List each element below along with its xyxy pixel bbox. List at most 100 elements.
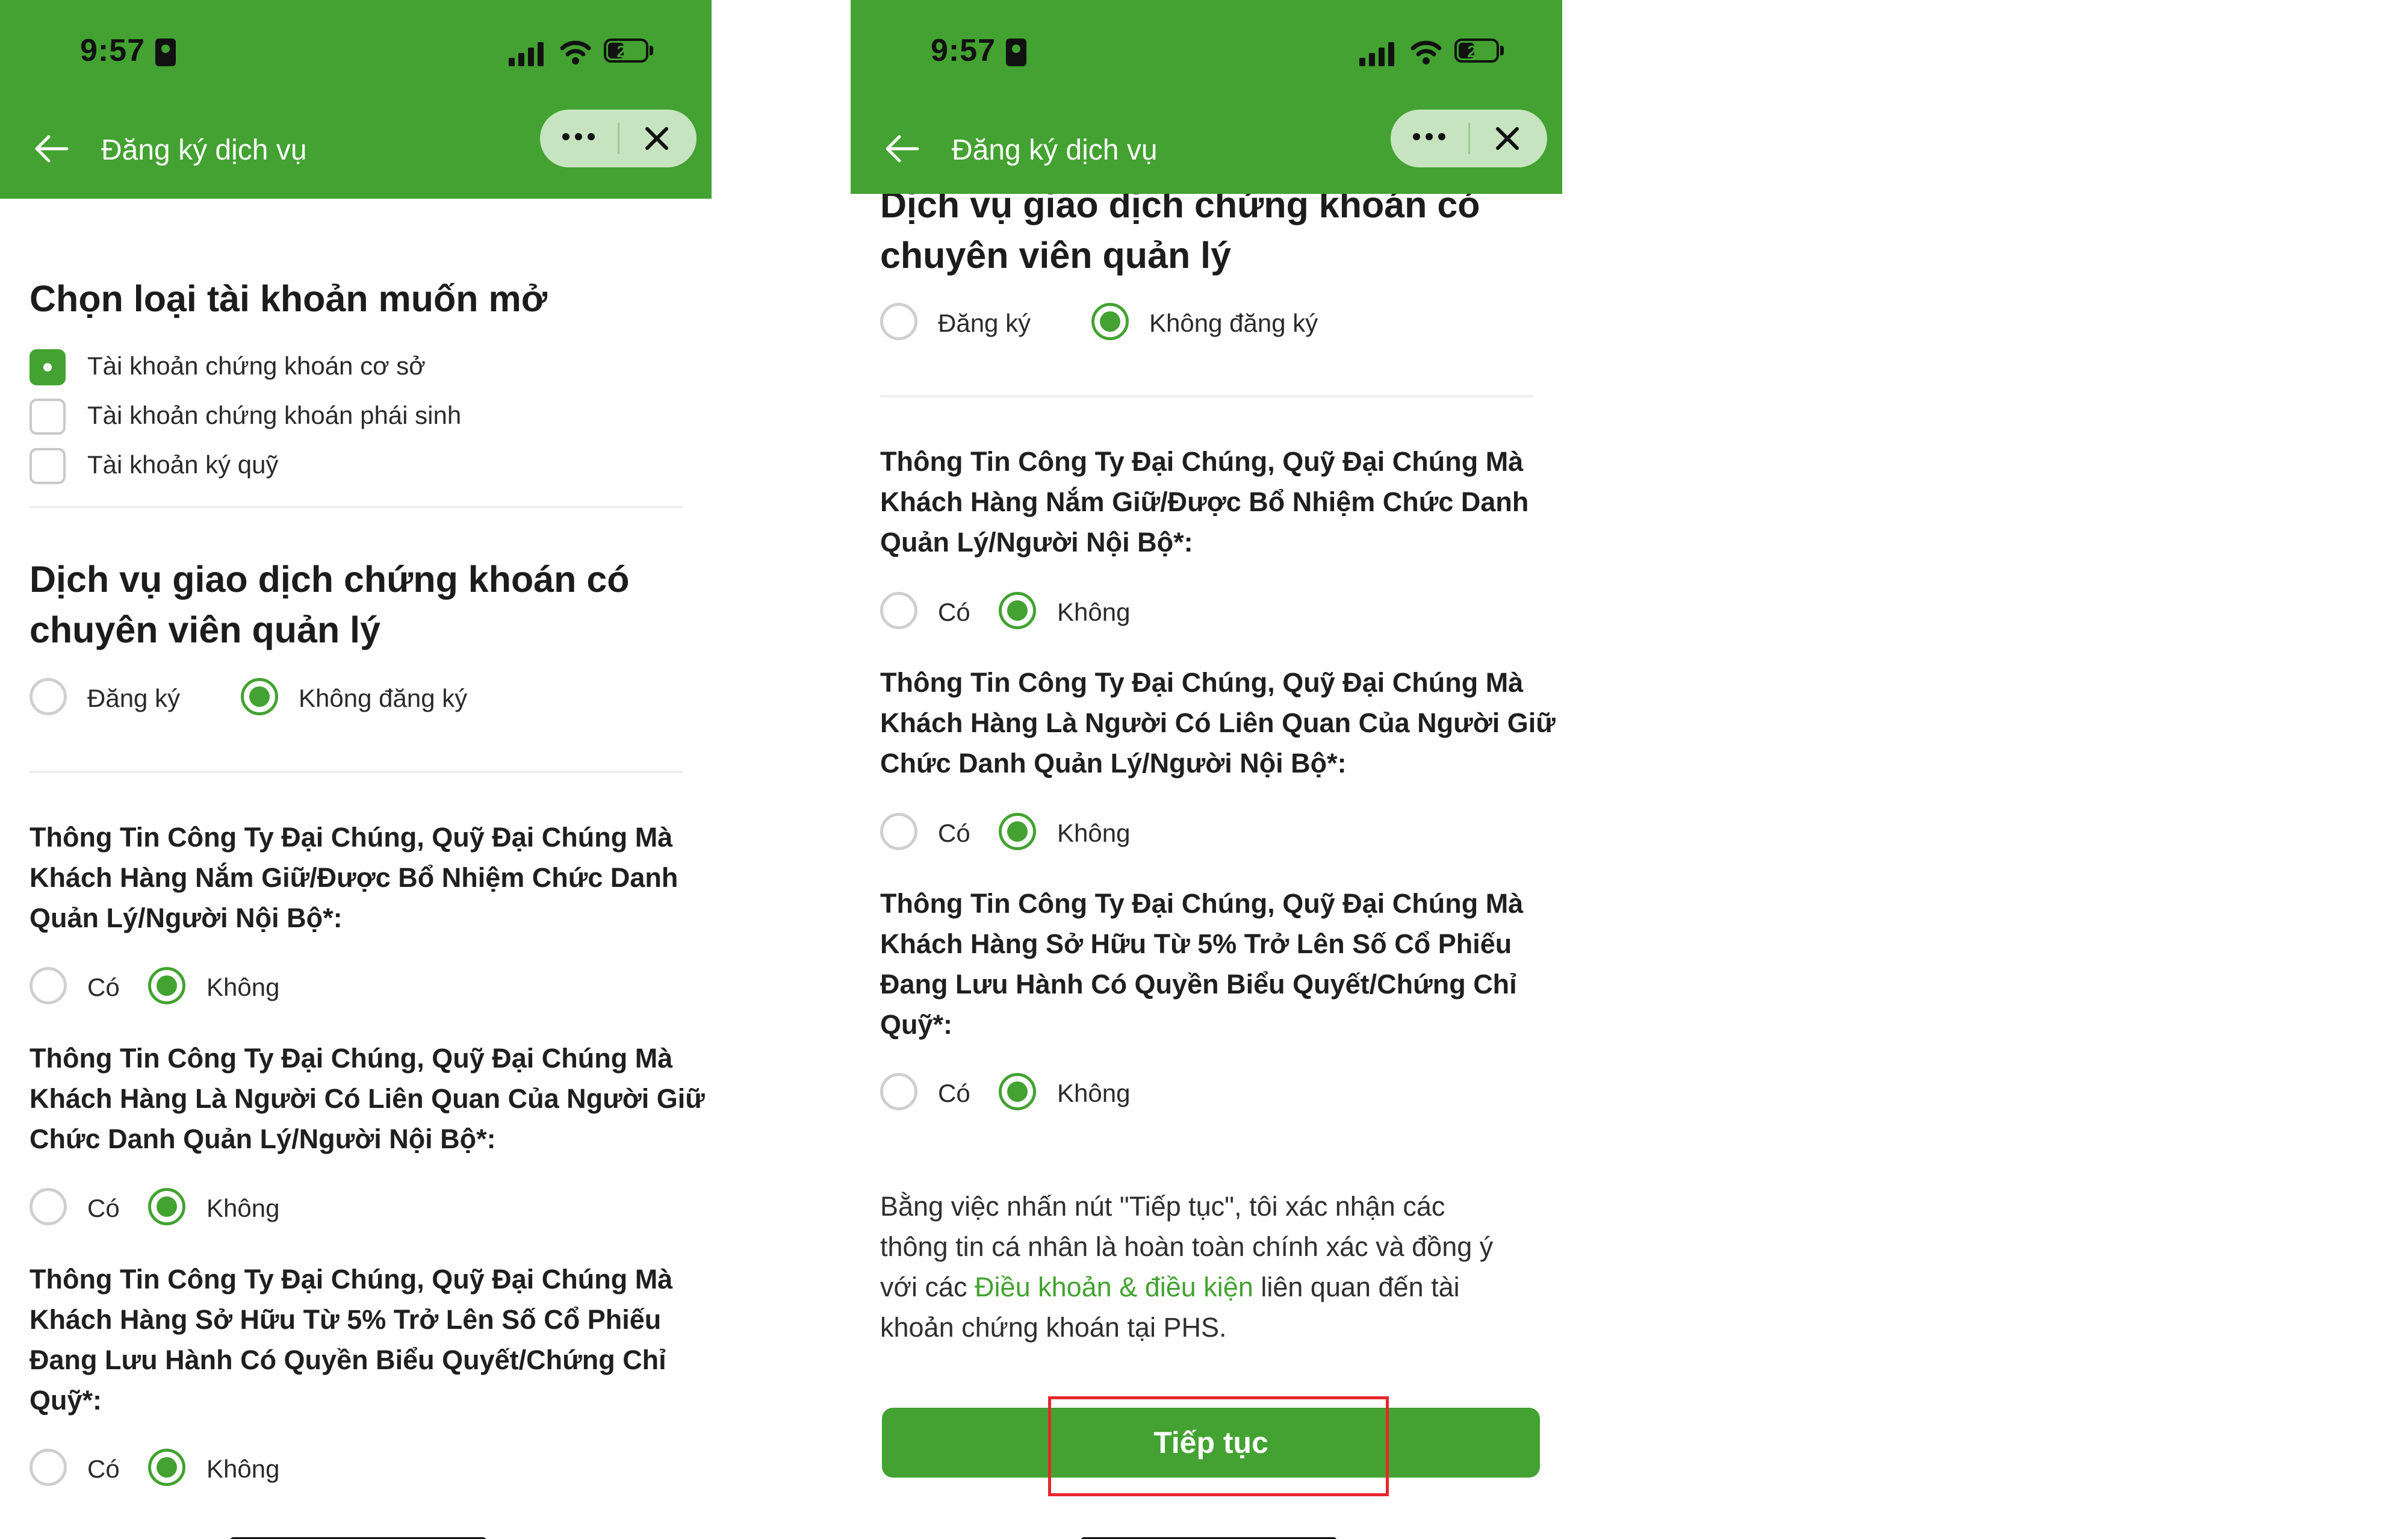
question-line: Thông Tin Công Ty Đại Chúng, Quỹ Đại Chú… <box>29 822 673 853</box>
question-line: Đang Lưu Hành Có Quyền Biểu Quyết/Chứng … <box>880 969 1517 1000</box>
question-line: Đang Lưu Hành Có Quyền Biểu Quyết/Chứng … <box>29 1345 666 1375</box>
radio-label-register: Đăng ký <box>87 684 181 712</box>
more-dots-icon[interactable] <box>1413 130 1447 142</box>
radio-not-register[interactable] <box>1091 303 1129 340</box>
radio-register[interactable] <box>29 678 67 715</box>
checkbox-label: Tài khoản chứng khoán phái sinh <box>87 401 462 429</box>
mini-app-capsule <box>1391 110 1547 167</box>
phone-screen-left: 9:57 23 Đăng ký dịch vụ Chọn loại tài kh… <box>0 0 712 1539</box>
advisor-service-heading-line1: Dịch vụ giao dịch chứng khoán có <box>29 559 630 600</box>
radio-q2-no[interactable] <box>148 1188 185 1225</box>
consent-line: với các Điều khoản & điều kiện liên quan… <box>880 1267 1493 1307</box>
radio-label-no: Không <box>1057 598 1131 626</box>
question-line: Chức Danh Quản Lý/Người Nội Bộ*: <box>29 1124 496 1154</box>
advisor-service-heading-line2: chuyên viên quản lý <box>880 235 1232 276</box>
radio-q1-yes[interactable] <box>880 592 917 629</box>
radio-label-register: Đăng ký <box>938 309 1031 337</box>
focus-person-icon <box>1006 39 1026 66</box>
question-3: Thông Tin Công Ty Đại Chúng, Quỹ Đại Chú… <box>880 883 1523 1045</box>
divider <box>880 395 1533 397</box>
more-dots-icon[interactable] <box>562 130 596 142</box>
radio-label-yes: Có <box>87 1194 120 1222</box>
question-3: Thông Tin Công Ty Đại Chúng, Quỹ Đại Chú… <box>29 1259 672 1420</box>
radio-label-no: Không <box>206 1194 280 1222</box>
page-title: Đăng ký dịch vụ <box>952 134 1158 166</box>
battery-tip <box>650 46 653 55</box>
radio-q1-no[interactable] <box>999 592 1036 629</box>
question-line: Chức Danh Quản Lý/Người Nội Bộ*: <box>880 748 1347 779</box>
radio-label-no: Không <box>1057 819 1131 847</box>
radio-register[interactable] <box>880 303 917 340</box>
consent-text: Bằng việc nhấn nút "Tiếp tục", tôi xác n… <box>880 1186 1493 1348</box>
consent-line: Bằng việc nhấn nút "Tiếp tục", tôi xác n… <box>880 1191 1445 1222</box>
cellular-signal-icon <box>509 40 546 66</box>
radio-label-no: Không <box>206 1455 280 1483</box>
question-line: Thông Tin Công Ty Đại Chúng, Quỹ Đại Chú… <box>880 446 1524 477</box>
battery-tip <box>1500 46 1504 55</box>
radio-label-yes: Có <box>938 819 970 847</box>
divider <box>29 506 683 508</box>
question-line: Khách Hàng Là Người Có Liên Quan Của Ngư… <box>29 1083 705 1114</box>
question-line: Thông Tin Công Ty Đại Chúng, Quỹ Đại Chú… <box>880 667 1524 698</box>
progress-step-1 <box>29 207 182 214</box>
checkbox[interactable] <box>29 399 66 435</box>
checkbox[interactable] <box>29 448 66 484</box>
radio-q3-yes[interactable] <box>29 1449 67 1486</box>
radio-label-no: Không <box>1057 1079 1131 1107</box>
radio-q2-yes[interactable] <box>880 813 917 850</box>
question-line: Khách Hàng Nắm Giữ/Được Bổ Nhiệm Chức Da… <box>880 487 1529 517</box>
radio-q1-yes[interactable] <box>29 967 67 1004</box>
radio-label-not-register: Không đăng ký <box>1149 309 1318 337</box>
radio-label-yes: Có <box>87 973 120 1001</box>
question-line: Khách Hàng Là Người Có Liên Quan Của Ngư… <box>880 707 1556 738</box>
question-2: Thông Tin Công Ty Đại Chúng, Quỹ Đại Chú… <box>880 662 1556 783</box>
battery-icon: 23 <box>604 39 648 63</box>
radio-q1-no[interactable] <box>148 967 185 1004</box>
wifi-icon <box>1410 40 1442 64</box>
radio-label-yes: Có <box>938 1079 970 1107</box>
cellular-signal-icon <box>1359 40 1397 66</box>
close-icon[interactable] <box>642 124 671 153</box>
question-line: Thông Tin Công Ty Đại Chúng, Quỹ Đại Chú… <box>29 1043 673 1074</box>
arrow-left-icon[interactable] <box>884 134 920 164</box>
focus-person-icon <box>155 39 176 66</box>
consent-line: thông tin cá nhân là hoàn toàn chính xác… <box>880 1231 1494 1262</box>
progress-step-4 <box>530 207 683 214</box>
divider <box>29 771 683 773</box>
radio-q2-yes[interactable] <box>29 1188 67 1225</box>
checkbox-checked[interactable] <box>29 349 66 385</box>
radio-not-register[interactable] <box>241 678 278 715</box>
question-line: Quản Lý/Người Nội Bộ*: <box>29 903 343 933</box>
question-2: Thông Tin Công Ty Đại Chúng, Quỹ Đại Chú… <box>29 1038 705 1159</box>
progress-step-2 <box>196 207 349 214</box>
question-line: Quỹ*: <box>29 1385 102 1416</box>
mini-app-capsule <box>540 110 697 167</box>
capsule-divider <box>618 123 619 154</box>
question-line: Khách Hàng Sở Hữu Từ 5% Trở Lên Số Cổ Ph… <box>29 1304 662 1335</box>
arrow-left-icon[interactable] <box>33 134 69 164</box>
close-icon[interactable] <box>1493 124 1522 153</box>
question-line: Quản Lý/Người Nội Bộ*: <box>880 527 1193 558</box>
radio-q3-no[interactable] <box>999 1073 1036 1110</box>
progress-step-3 <box>364 207 516 214</box>
checkbox-label: Tài khoản chứng khoán cơ sở <box>87 352 426 380</box>
question-line: Khách Hàng Sở Hữu Từ 5% Trở Lên Số Cổ Ph… <box>880 928 1512 959</box>
radio-q2-no[interactable] <box>999 813 1036 850</box>
terms-link[interactable]: Điều khoản & điều kiện <box>975 1272 1253 1302</box>
radio-label-yes: Có <box>87 1455 120 1483</box>
consent-text-part: với các <box>880 1272 975 1302</box>
consent-text-part: liên quan đến tài <box>1253 1272 1460 1302</box>
question-1: Thông Tin Công Ty Đại Chúng, Quỹ Đại Chú… <box>29 817 678 938</box>
radio-label-no: Không <box>206 973 280 1001</box>
advisor-service-heading-line2: chuyên viên quản lý <box>29 609 381 650</box>
radio-q3-no[interactable] <box>148 1449 185 1486</box>
question-1: Thông Tin Công Ty Đại Chúng, Quỹ Đại Chú… <box>880 441 1528 562</box>
highlight-box <box>1048 1396 1389 1496</box>
capsule-divider <box>1468 123 1470 154</box>
checkbox-label: Tài khoản ký quỹ <box>87 450 279 479</box>
phone-screen-right: Dịch vụ giao dịch chứng khoán có chuyên … <box>851 0 1562 1539</box>
wifi-icon <box>560 40 591 64</box>
radio-q3-yes[interactable] <box>880 1073 917 1110</box>
question-line: Quỹ*: <box>880 1009 953 1040</box>
radio-label-not-register: Không đăng ký <box>299 684 468 712</box>
